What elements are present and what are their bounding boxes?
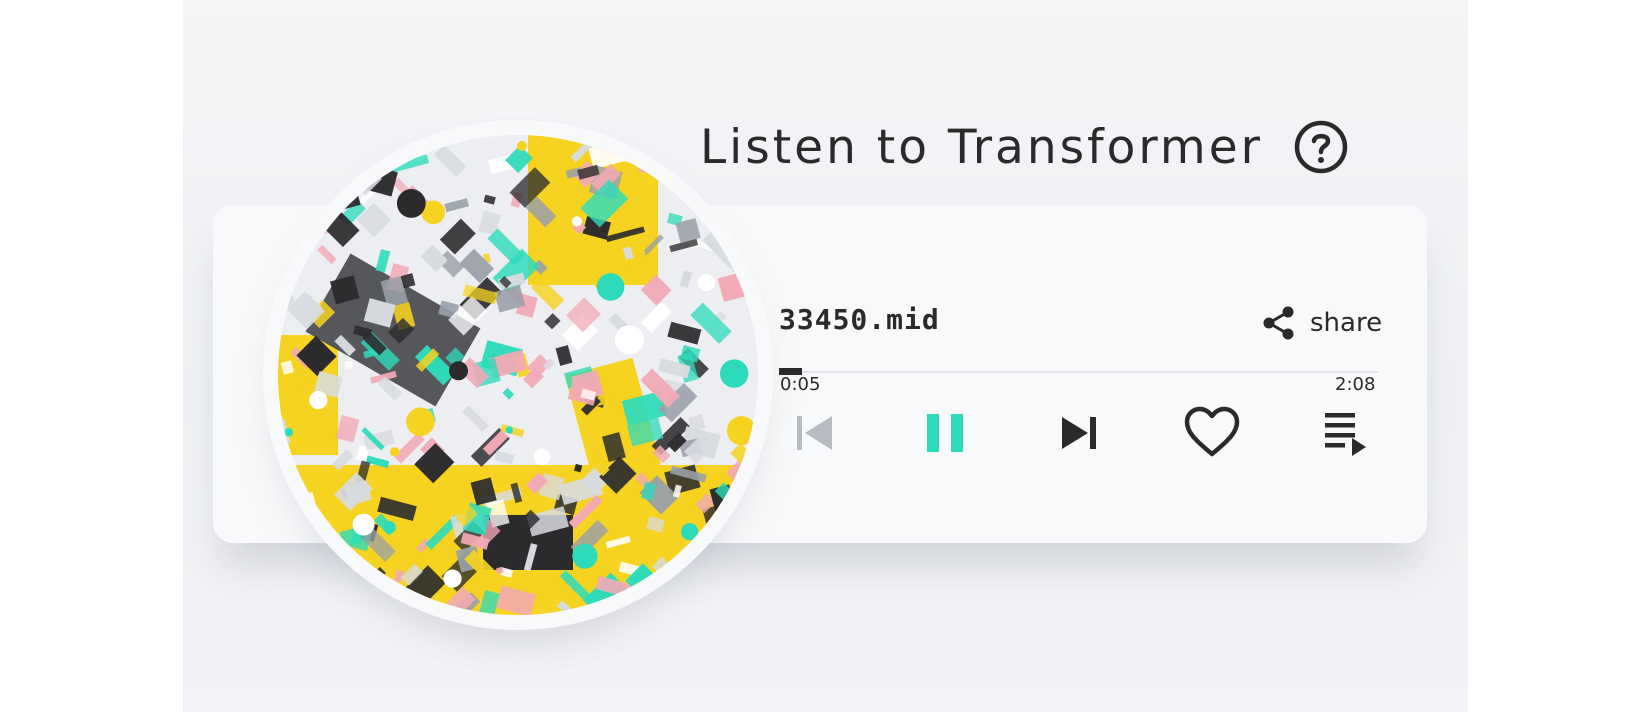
page-title: Listen to Transformer: [700, 119, 1263, 175]
generative-album-art: [278, 135, 758, 615]
duration: 2:08: [1335, 374, 1376, 395]
share-icon: [1263, 306, 1294, 340]
next-button[interactable]: [1052, 405, 1108, 461]
skip-previous-icon: [797, 416, 832, 450]
current-time: 0:05: [780, 374, 821, 395]
heart-outline-icon: [1184, 406, 1240, 457]
share-button[interactable]: share: [1262, 303, 1382, 343]
track-name: 33450.mid: [779, 303, 940, 336]
progress-bar[interactable]: [779, 368, 1378, 376]
header: Listen to Transformer: [700, 112, 1349, 182]
pause-icon: [927, 414, 963, 452]
skip-next-icon: [1062, 417, 1096, 449]
album-art: [278, 135, 758, 615]
playlist-button[interactable]: [1318, 405, 1374, 461]
like-button[interactable]: [1184, 405, 1240, 461]
pause-button[interactable]: [917, 405, 973, 461]
share-label: share: [1310, 308, 1383, 338]
playlist-play-icon: [1325, 413, 1366, 456]
progress-track: [779, 371, 1378, 373]
help-circle-icon[interactable]: [1293, 119, 1349, 175]
previous-button[interactable]: [788, 405, 844, 461]
